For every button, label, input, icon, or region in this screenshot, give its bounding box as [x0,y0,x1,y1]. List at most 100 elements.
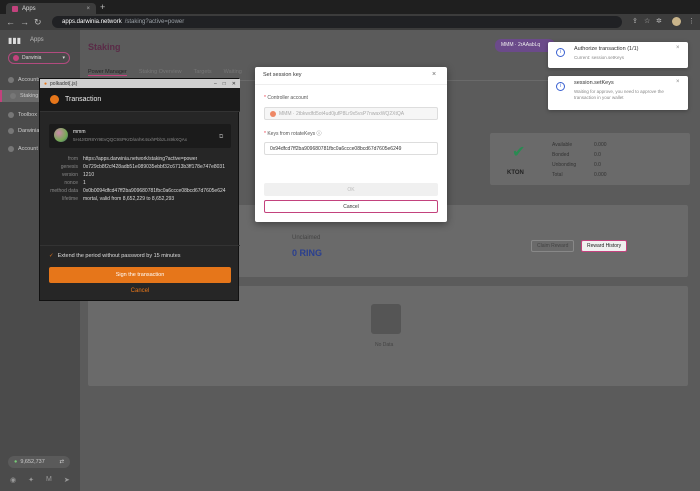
reload-icon[interactable]: ↻ [34,17,42,28]
tx-field-value: 1210 [83,172,95,178]
browser-tab[interactable]: Apps × [6,3,96,14]
darwinia-logo: ▮▮▮ [8,36,22,45]
kton-total-value: 0.000 [594,172,607,178]
kton-unbonding-label: Unbonding [552,162,577,168]
sidebar-item-label: Accounts [18,77,41,83]
url-path: /staking?active=power [124,19,185,25]
notification-close-icon[interactable]: × [676,45,680,51]
kton-logo-icon: ✔ [512,144,526,161]
sidebar-item-label: Staking [20,93,39,99]
medium-icon[interactable]: M [46,476,52,484]
kton-available-value: 0.000 [594,142,607,148]
claim-reward-button[interactable]: Claim Reward [531,240,575,252]
back-icon[interactable]: ← [6,17,15,27]
github-icon[interactable]: ◉ [10,476,16,484]
url-host: apps.darwinia.network [62,19,122,25]
remember-password-checkbox[interactable]: ✓ Extend the period without password by … [49,253,181,259]
network-icon [13,55,19,61]
reward-history-button[interactable]: Reward History [581,240,628,252]
keys-label: * Keys from rotateKeys ⓘ [264,130,322,137]
tx-field-value: 1 [83,180,86,186]
new-tab-button[interactable]: + [100,3,105,12]
info-icon[interactable]: ⇄ [59,459,64,465]
kton-bonded-value: 0.0 [594,152,601,158]
popup-divider [40,245,240,246]
notification-close-icon[interactable]: × [676,79,680,85]
empty-box-icon [371,304,401,334]
sidebar-item-label: Toolbox [18,112,37,118]
share-icon[interactable]: ⇪ [632,17,638,25]
help-icon[interactable]: ⓘ [317,131,322,137]
records-card: No Data [88,286,688,386]
network-name: Darwinia [22,55,42,61]
bookmark-star-icon[interactable]: ☆ [644,17,650,25]
identicon [54,128,68,142]
address-bar[interactable]: apps.darwinia.network/staking?active=pow… [52,16,622,28]
polkadot-extension-popup: ● polkadot{.js} – □ ✕ Transaction mmm 5H4J… [39,78,240,301]
tx-row-from: from https://apps.darwinia.network/stakin… [48,156,234,162]
controller-account-label-text: Controller account [267,95,308,101]
sidebar-item-label: Account [18,146,38,152]
tx-row-version: version 1210 [48,172,234,178]
rotate-keys-input[interactable]: 0x94dfcd7ff2ba909680781fbc0a6ccce08bcd67… [264,142,438,155]
tx-field-label: genesis [60,164,78,170]
notification-subtitle: Current: session.setKeys [574,55,625,60]
app-favicon-icon [12,5,18,12]
signer-account-address: 5H4JrDR8Yr9EvQQC9SPKrD/anhK4sxhPbbzLrs9k… [73,137,188,142]
browser-profile-avatar[interactable] [672,17,681,26]
rotate-keys-value: 0x94dfcd7ff2ba909680781fbc0a6ccce08bcd67… [270,145,402,152]
browser-menu-icon[interactable]: ⋮ [688,17,695,25]
account-chip[interactable]: MMM · 2rAAabLq [495,39,555,52]
chevron-down-icon: ▾ [62,55,65,61]
network-selector[interactable]: Darwinia ▾ [8,52,70,64]
kton-bonded-label: Bonded [552,152,570,158]
ok-button[interactable]: OK [264,183,438,196]
info-icon: i [556,48,565,57]
telegram-icon[interactable]: ➤ [64,476,70,484]
tx-field-value: 0x729cb8f2cf428adb51e089035ebbf32c6713b3… [83,164,225,170]
forward-icon[interactable]: → [20,17,29,27]
copy-icon[interactable]: ⧉ [219,134,223,141]
darwinia-icon [8,128,14,134]
controller-account-value: MMM · 2tbkwdfd5ot4ud0jufP8Lr9x5vsP7nwaxW… [279,110,405,117]
polkadot-small-icon: ● [44,80,48,87]
minimize-icon[interactable]: – [214,81,217,87]
controller-account-field: MMM · 2tbkwdfd5ot4ud0jufP8Lr9x5vsP7nwaxW… [264,107,438,120]
tx-field-value: 0x0b0094dfcd47ff2ba909680781fbc0a6ccce08… [83,188,226,194]
tx-field-value: mortal, valid from 8,652,229 to 8,652,29… [83,196,175,202]
modal-cancel-button[interactable]: Cancel [264,200,438,213]
unclaimed-value: 0 RING [292,248,323,258]
notification-setkeys: i session.setKeys Waiting for approve, y… [548,76,688,110]
popup-cancel-link[interactable]: Cancel [40,288,240,294]
tx-field-label: lifetime [62,196,78,202]
kton-unbonding-value: 0.0 [594,162,601,168]
tab-targets[interactable]: Targets [194,69,212,76]
status-dot-icon: ● [14,459,18,465]
popup-header-title: Transaction [65,96,102,103]
modal-title: Set session key [263,72,302,78]
tx-row-genesis: genesis 0x729cb8f2cf428adb51e089035ebbf32… [48,164,234,170]
no-data-text: No Data [375,342,394,348]
tab-staking-overview[interactable]: Staking Overview [139,69,182,76]
account-icon [8,146,14,152]
tab-waiting[interactable]: Waiting [224,69,242,76]
sign-transaction-button[interactable]: Sign the transaction [49,267,231,283]
keys-label-text: Keys from rotateKeys [267,131,316,137]
tx-field-label: version [61,172,78,178]
accounts-icon [8,77,14,83]
tx-field-label: nonce [64,180,78,186]
notification-title: Authorize transaction (1/1) [574,46,639,52]
notification-title: session.setKeys [574,80,614,86]
tab-title: Apps [22,5,36,12]
staking-icon [10,93,16,99]
tab-power-manager[interactable]: Power Manager [88,69,127,76]
maximize-icon[interactable]: □ [223,81,226,87]
block-number-badge: ● 9,652,737 ⇄ [8,456,70,468]
modal-close-icon[interactable]: × [432,71,436,78]
close-tab-icon[interactable]: × [86,6,90,12]
close-icon[interactable]: ✕ [232,81,236,87]
twitter-icon[interactable]: ✦ [28,476,34,484]
modal-divider [255,84,447,85]
extensions-icon[interactable]: ✲ [656,17,662,25]
remember-password-label: Extend the period without password by 15… [57,253,181,259]
